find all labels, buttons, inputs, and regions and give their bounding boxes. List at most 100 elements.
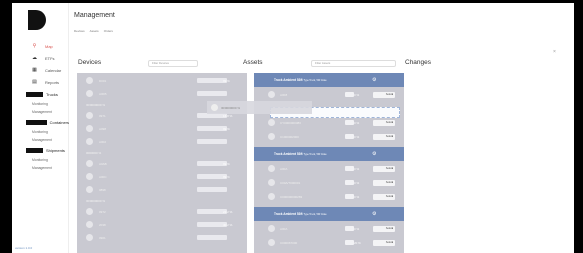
device-row[interactable]: 0898: [77, 184, 247, 195]
breadcrumb-orders[interactable]: Orders: [104, 29, 113, 33]
device-dot-icon: [86, 221, 93, 228]
asset-select[interactable]: Select ▾: [373, 119, 395, 126]
sidebar-group-label: Containers: [49, 119, 69, 125]
device-row[interactable]: 2038 40.2 %: [77, 219, 247, 230]
device-row[interactable]: 0972 22.2 %: [77, 206, 247, 217]
asset-name: CY0000000383: [280, 120, 301, 125]
device-name: A0AB: [99, 161, 107, 166]
sidebar-subitem-monitoring[interactable]: Monitoring: [12, 100, 69, 108]
sidebar-subitem-monitoring[interactable]: Monitoring: [12, 156, 69, 164]
close-icon[interactable]: ×: [553, 49, 556, 55]
asset-name: C1000002000: [280, 134, 299, 139]
asset-group-title: Truck Ambient 53ft Type Truck, 5W Crate: [274, 152, 327, 156]
asset-row[interactable]: C00A/T000001 0 % Select ▾: [254, 177, 404, 188]
device-group-label: ID/0000000 %: [86, 103, 106, 107]
asset-group-header[interactable]: Truck Ambient 53ft Type Truck, 5W Crate ⚙: [254, 207, 404, 221]
asset-toggle[interactable]: [345, 134, 354, 139]
device-row[interactable]: A002: [77, 136, 247, 147]
device-dot-icon: [86, 125, 93, 132]
devices-title: Devices: [78, 59, 102, 66]
sidebar-item-map[interactable]: ⚲ Map: [12, 40, 69, 52]
asset-group-title-text: Truck Ambient 53ft: [274, 78, 303, 82]
asset-toggle[interactable]: [345, 194, 354, 199]
asset-percent: 0 %: [354, 226, 360, 231]
asset-select[interactable]: Select ▾: [373, 225, 395, 232]
gear-icon[interactable]: ⚙: [372, 211, 376, 217]
device-dot-icon: [86, 112, 93, 119]
devices-filter-input[interactable]: Filter Devices: [148, 60, 198, 67]
chevron-down-icon: ▾: [391, 226, 393, 230]
device-row[interactable]: A00C 99 %: [77, 171, 247, 182]
asset-row[interactable]: A00A 0 % Select ▾: [254, 223, 404, 234]
sidebar-subitem-management[interactable]: Management: [12, 108, 69, 116]
sidebar-group-containers[interactable]: Containers: [12, 116, 69, 128]
asset-select[interactable]: Select ▾: [373, 91, 395, 98]
logo: [28, 10, 46, 30]
asset-toggle[interactable]: [345, 180, 354, 185]
device-row[interactable]: 0901: [77, 232, 247, 243]
asset-select[interactable]: Select ▾: [373, 165, 395, 172]
asset-select[interactable]: Select ▾: [373, 239, 395, 246]
device-row[interactable]: A0AB 99 %: [77, 158, 247, 169]
asset-row[interactable]: CY0000000383 0 % Select ▾: [254, 117, 404, 128]
chevron-down-icon: ▾: [391, 194, 393, 198]
sidebar-subitem-management[interactable]: Management: [12, 164, 69, 172]
device-dot-icon: [211, 104, 218, 111]
asset-row[interactable]: C000000000283 0 % Select ▾: [254, 191, 404, 202]
sidebar-group-shipments[interactable]: Shipments: [12, 144, 69, 156]
breadcrumb-assets[interactable]: Assets: [90, 29, 99, 33]
drag-ghost-name: ID/0000000 %: [221, 106, 241, 110]
device-dot-icon: [86, 90, 93, 97]
sidebar-subitem-monitoring[interactable]: Monitoring: [12, 128, 69, 136]
asset-row[interactable]: A0F8 0 % Select ▾: [254, 89, 404, 100]
asset-toggle[interactable]: [345, 166, 354, 171]
sidebar-item-reports[interactable]: ▤ Reports: [12, 76, 69, 88]
device-row[interactable]: A098 99 %: [77, 123, 247, 134]
device-progress-bar: [197, 235, 227, 240]
sidebar-group-label: Shipments: [46, 147, 65, 153]
gear-icon[interactable]: ⚙: [372, 151, 376, 157]
device-dot-icon: [86, 173, 93, 180]
asset-group-header[interactable]: Truck Ambient 53ft Type Truck, 5W Crate ⚙: [254, 147, 404, 161]
asset-toggle[interactable]: [345, 240, 354, 245]
screen-frame: ⚲ Map ☁ ETFs ▦ Calendar ▤ Reports Trucks Monitori…: [0, 0, 583, 253]
device-group-label: ID/0000000 %: [86, 199, 106, 203]
asset-name: A0F8: [280, 92, 288, 97]
asset-group-header[interactable]: Truck Ambient 53ft Type Truck, 5W Crate ⚙: [254, 73, 404, 87]
assets-filter-input[interactable]: Filter Assets: [311, 60, 396, 67]
asset-group-subtitle: Type Truck, 5W Crate: [303, 213, 327, 216]
asset-select[interactable]: Select ▾: [373, 193, 395, 200]
sidebar-group-label: Trucks: [46, 91, 58, 97]
asset-percent: 0 %: [354, 120, 360, 125]
device-progress-bar: [197, 91, 227, 96]
asset-percent: 20 %: [354, 240, 361, 245]
sidebar-item-etfs[interactable]: ☁ ETFs: [12, 52, 69, 64]
asset-row[interactable]: C1000002000 0 % Select ▾: [254, 131, 404, 142]
drag-ghost-row[interactable]: ID/0000000 %: [207, 101, 312, 114]
asset-row[interactable]: A00A 0 % Select ▾: [254, 163, 404, 174]
device-row[interactable]: D001 99 %: [77, 75, 247, 86]
sidebar-item-calendar[interactable]: ▦ Calendar: [12, 64, 69, 76]
sidebar-nav: ⚲ Map ☁ ETFs ▦ Calendar ▤ Reports Trucks Monitori…: [12, 40, 69, 172]
container-icon: [26, 119, 47, 125]
device-name: A00C: [99, 174, 107, 179]
asset-toggle[interactable]: [345, 226, 354, 231]
assets-title: Assets: [243, 59, 263, 66]
breadcrumb-devices[interactable]: Devices: [74, 29, 85, 33]
device-percent: 99 %: [223, 174, 230, 179]
calendar-icon: ▦: [32, 66, 37, 73]
changes-title: Changes: [405, 59, 432, 66]
asset-toggle[interactable]: [345, 120, 354, 125]
sidebar-subitem-management[interactable]: Management: [12, 136, 69, 144]
asset-row[interactable]: C000067000 20 % Select ▾: [254, 237, 404, 248]
sidebar-group-trucks[interactable]: Trucks: [12, 88, 69, 100]
asset-select[interactable]: Select ▾: [373, 133, 395, 140]
device-progress-bar: [197, 187, 227, 192]
device-row[interactable]: A0FB: [77, 88, 247, 99]
assets-panel: Truck Ambient 53ft Type Truck, 5W Crate ⚙…: [254, 73, 404, 253]
gear-icon[interactable]: ⚙: [372, 77, 376, 83]
asset-dot-icon: [268, 225, 275, 232]
asset-toggle[interactable]: [345, 92, 354, 97]
truck-icon: [26, 91, 43, 97]
asset-select[interactable]: Select ▾: [373, 179, 395, 186]
